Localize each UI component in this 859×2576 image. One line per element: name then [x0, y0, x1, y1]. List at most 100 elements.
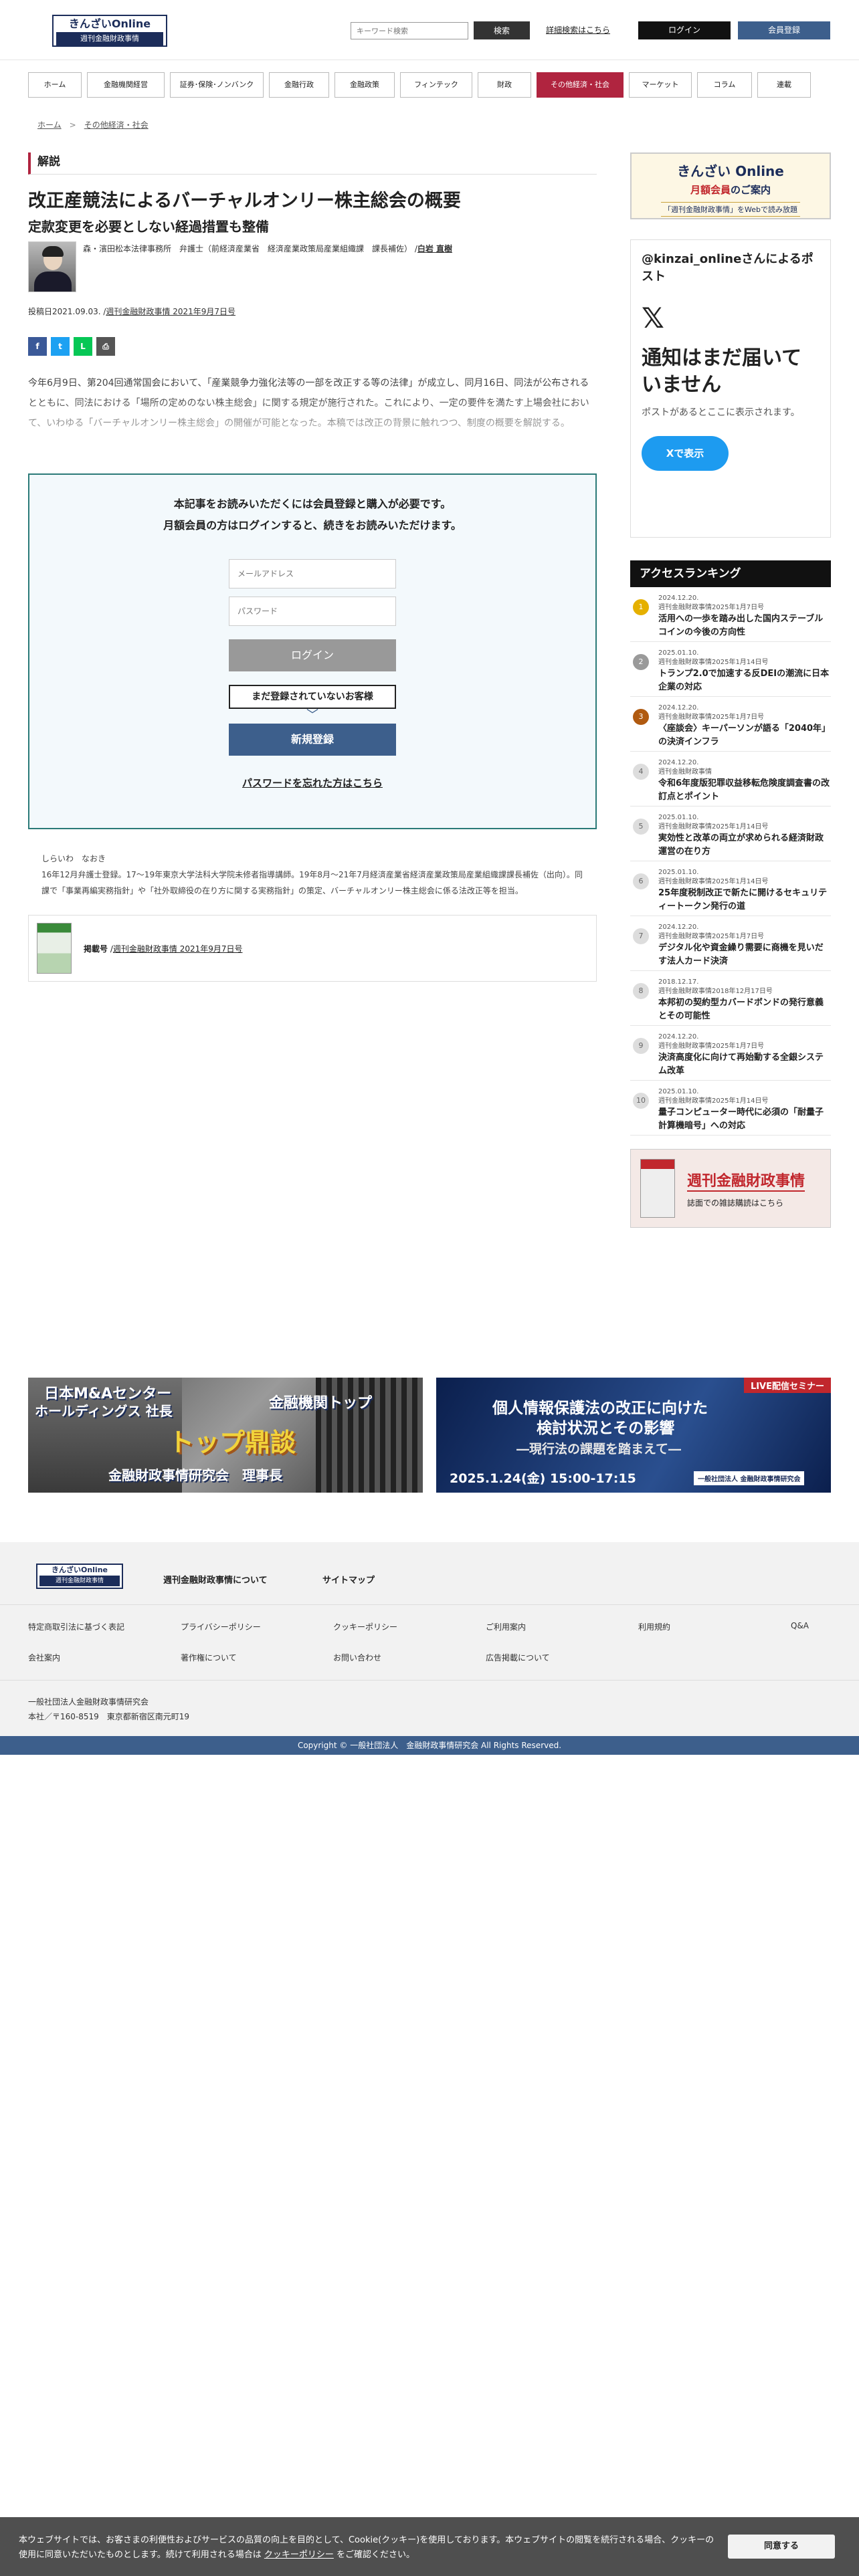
ranking-item[interactable]: 1 2024.12.20. 週刊金融財政事情2025年1月7日号 活用への一歩を踏み出…	[630, 587, 831, 642]
author-name-link[interactable]: 白岩 直樹	[417, 244, 452, 253]
footer-sitemap-link[interactable]: サイトマップ	[322, 1573, 375, 1586]
magazine-subscribe-banner[interactable]: 週刊金融財政事情 誌面での雑誌購読はこちら	[630, 1149, 831, 1228]
nav-item[interactable]: 金融政策	[335, 72, 395, 98]
nav-item[interactable]: その他経済・社会	[537, 72, 624, 98]
subscribe-banner-title: 週刊金融財政事情	[687, 1169, 805, 1192]
not-registered-label: まだ登録されていないお客様	[229, 685, 396, 709]
nav-item[interactable]: フィンテック	[400, 72, 472, 98]
line-share-icon[interactable]: L	[74, 337, 92, 356]
header-register-button[interactable]: 会員登録	[738, 21, 830, 39]
footer-link[interactable]: 利用規約	[638, 1621, 791, 1652]
search-button[interactable]: 検索	[474, 21, 530, 39]
ranking-item[interactable]: 8 2018.12.17. 週刊金融財政事情2018年12月17日号 本邦初の契約型カ…	[630, 971, 831, 1026]
password-field[interactable]	[229, 597, 396, 626]
print-share-icon[interactable]: ⎙	[96, 337, 115, 356]
ranking-issue: 週刊金融財政事情2025年1月14日号	[658, 823, 769, 831]
ranking-title-link[interactable]: トランプ2.0で加速する反DEIの潮流に日本企業の対応	[658, 667, 831, 694]
footer-logo-subtitle: 週刊金融財政事情	[39, 1576, 120, 1586]
email-field[interactable]	[229, 559, 396, 588]
view-on-x-button[interactable]: Xで表示	[642, 436, 729, 471]
ranking-item[interactable]: 3 2024.12.20. 週刊金融財政事情2025年1月7日号 〈座談会〉キーパーソ…	[630, 697, 831, 752]
ranking-title-link[interactable]: 25年度税制改正で新たに開けるセキュリティートークン発行の道	[658, 887, 831, 914]
promo-banner-top-talk[interactable]: 日本M&Aセンター ホールディングス 社長 金融機関トップ トップ鼎談 金融財政…	[28, 1378, 423, 1493]
x-timeline-embed: @kinzai_onlineさんによるポスト 𝕏 通知はまだ届いていません ポス…	[630, 239, 831, 538]
banner-tagline: 「週刊金融財政事情」をWebで読み放題	[661, 202, 800, 217]
footer-top: きんざいOnline 週刊金融財政事情 週刊金融財政事情について サイトマップ	[0, 1542, 859, 1605]
ranking-info: 2025.01.10. 週刊金融財政事情2025年1月14日号 実効性と改革の両立が…	[658, 813, 831, 857]
cookie-policy-link[interactable]: クッキーポリシー	[264, 2550, 334, 2560]
ranking-title-link[interactable]: 本邦初の契約型カバードボンドの発行意義とその可能性	[658, 996, 831, 1023]
footer-logo[interactable]: きんざいOnline 週刊金融財政事情	[36, 1564, 123, 1589]
ranking-item[interactable]: 4 2024.12.20. 週刊金融財政事情 令和6年度版犯罪収益移転危険度調査書の改…	[630, 752, 831, 807]
author-bio: しらいわ なおき 16年12月弁護士登録。17～19年東京大学法科大学院未修者指…	[28, 851, 597, 899]
promo2-line1: 個人情報保護法の改正に向けた	[492, 1400, 708, 1417]
ranking-title-link[interactable]: 量子コンピューター時代に必須の「耐量子計算機暗号」への対応	[658, 1106, 831, 1133]
ranking-title-link[interactable]: 〈座談会〉キーパーソンが語る「2040年」の決済インフラ	[658, 722, 831, 749]
promo-banner-seminar[interactable]: LIVE配信セミナー 個人情報保護法の改正に向けた 検討状況とその影響 ―現行法…	[436, 1378, 831, 1493]
cookie-accept-button[interactable]: 同意する	[728, 2535, 835, 2559]
author-photo	[28, 241, 76, 292]
publication-box: 掲載号 /週刊金融財政事情 2021年9月7日号	[28, 915, 597, 982]
rank-number-badge: 1	[633, 599, 649, 615]
banner-highlight: 月額会員	[690, 184, 731, 196]
magazine-cover-image[interactable]	[37, 923, 72, 974]
ranking-title-link[interactable]: 決済高度化に向けて再始動する全銀システム改革	[658, 1051, 831, 1078]
membership-banner[interactable]: きんざい Online 月額会員のご案内 「週刊金融財政事情」をWebで読み放題	[630, 152, 831, 219]
site-logo[interactable]: きんざいOnline 週刊金融財政事情	[52, 15, 167, 47]
nav-item[interactable]: マーケット	[629, 72, 692, 98]
footer-links: 特定商取引法に基づく表記 プライバシーポリシー クッキーポリシー ご利用案内 利用規約 Q…	[28, 1621, 831, 1683]
ranking-item[interactable]: 10 2025.01.10. 週刊金融財政事情2025年1月14日号 量子コンピュータ…	[630, 1081, 831, 1136]
footer-links-row-2: 会社案内 著作権について お問い合わせ 広告掲載について	[28, 1652, 831, 1683]
promo2-org: 一般社団法人 金融財政事情研究会	[694, 1471, 805, 1485]
nav-item[interactable]: コラム	[697, 72, 752, 98]
footer-link[interactable]: クッキーポリシー	[333, 1621, 486, 1652]
ranking-date: 2018.12.17.	[658, 978, 699, 986]
nav-item[interactable]: 証券･保険･ノンバンク	[170, 72, 264, 98]
breadcrumb-home[interactable]: ホーム	[37, 120, 62, 130]
footer-link[interactable]: 特定商取引法に基づく表記	[28, 1621, 181, 1652]
footer-link[interactable]: お問い合わせ	[333, 1652, 486, 1683]
promo1-line3: 金融機関トップ	[269, 1395, 373, 1412]
ranking-item[interactable]: 7 2024.12.20. 週刊金融財政事情2025年1月7日号 デジタル化や資金繰り…	[630, 916, 831, 971]
footer-link[interactable]: 著作権について	[181, 1652, 333, 1683]
ranking-item[interactable]: 2 2025.01.10. 週刊金融財政事情2025年1月14日号 トランプ2.0で加…	[630, 642, 831, 697]
nav-item[interactable]: ホーム	[28, 72, 82, 98]
ranking-title-link[interactable]: 令和6年度版犯罪収益移転危険度調査書の改訂点とポイント	[658, 777, 831, 804]
ranking-title-link[interactable]: 実効性と改革の両立が求められる経済財政運営の在り方	[658, 832, 831, 859]
twitter-share-icon[interactable]: t	[51, 337, 70, 356]
footer-org-name: 一般社団法人金融財政事情研究会	[28, 1697, 149, 1707]
author-kana: しらいわ なおき	[41, 854, 106, 863]
footer-link[interactable]: 会社案内	[28, 1652, 181, 1683]
ranking-date: 2024.12.20.	[658, 1033, 699, 1041]
ranking-title-link[interactable]: 活用への一歩を踏み出した国内ステーブルコインの今後の方向性	[658, 613, 831, 639]
ranking-title-link[interactable]: デジタル化や資金繰り需要に商機を見いだす法人カード決済	[658, 942, 831, 968]
article-body: 今年6月9日、第204回通常国会において、「産業競争力強化法等の一部を改正する等…	[28, 373, 597, 456]
paywall-register-button[interactable]: 新規登録	[229, 724, 396, 756]
footer-link[interactable]: 広告掲載について	[486, 1652, 550, 1683]
nav-item[interactable]: 財政	[478, 72, 531, 98]
ranking-item[interactable]: 5 2025.01.10. 週刊金融財政事情2025年1月14日号 実効性と改革の両立…	[630, 807, 831, 861]
ranking-item[interactable]: 9 2024.12.20. 週刊金融財政事情2025年1月7日号 決済高度化に向けて再…	[630, 1026, 831, 1081]
issue-link[interactable]: 週刊金融財政事情 2021年9月7日号	[106, 307, 235, 316]
advanced-search-link[interactable]: 詳細検索はこちら	[546, 24, 610, 35]
nav-item[interactable]: 金融行政	[269, 72, 329, 98]
footer-link[interactable]: Q&A	[791, 1621, 809, 1652]
footer-link[interactable]: プライバシーポリシー	[181, 1621, 333, 1652]
footer-about-link[interactable]: 週刊金融財政事情について	[163, 1573, 268, 1586]
header-login-button[interactable]: ログイン	[638, 21, 731, 39]
ranking-info: 2025.01.10. 週刊金融財政事情2025年1月14日号 25年度税制改正で新…	[658, 868, 831, 911]
breadcrumb-current[interactable]: その他経済・社会	[84, 120, 149, 130]
forgot-password-link[interactable]: パスワードを忘れた方はこちら	[29, 776, 595, 790]
publication-label: 掲載号	[84, 944, 108, 954]
nav-item[interactable]: 金融機関経営	[87, 72, 165, 98]
rank-number-badge: 3	[633, 709, 649, 725]
ranking-item[interactable]: 6 2025.01.10. 週刊金融財政事情2025年1月14日号 25年度税制改正で…	[630, 861, 831, 916]
paywall-login-button[interactable]: ログイン	[229, 639, 396, 671]
publication-link[interactable]: 週刊金融財政事情 2021年9月7日号	[113, 944, 243, 954]
footer-link[interactable]: ご利用案内	[486, 1621, 638, 1652]
article-main: 解説 改正産競法によるバーチャルオンリー株主総会の概要 定款変更を必要としない経…	[28, 152, 597, 982]
facebook-share-icon[interactable]: f	[28, 337, 47, 356]
x-empty-text: ポストがあるとここに表示されます。	[642, 407, 800, 418]
search-input[interactable]	[351, 22, 468, 39]
nav-item[interactable]: 連載	[757, 72, 811, 98]
